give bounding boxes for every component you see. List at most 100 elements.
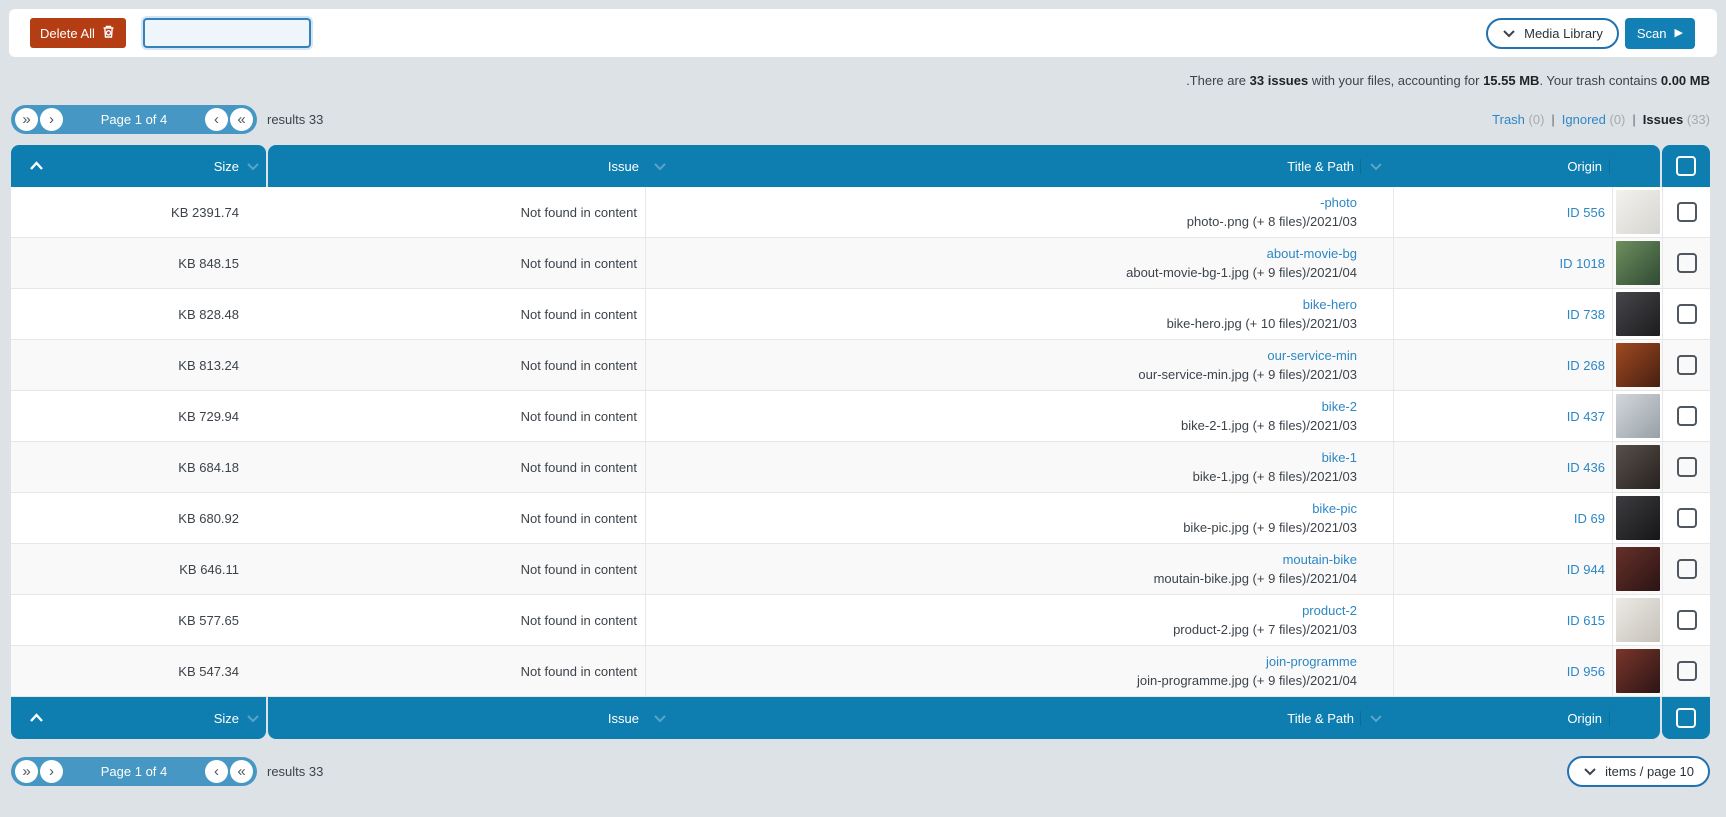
- table-row: KB 577.65 Not found in content product-2…: [11, 595, 1710, 646]
- column-footer-title-path[interactable]: Title & Path: [673, 711, 1361, 726]
- row-title-link[interactable]: moutain-bike: [1283, 551, 1357, 569]
- select-row-checkbox[interactable]: [1677, 559, 1697, 579]
- row-origin-link[interactable]: ID 69: [1574, 511, 1605, 526]
- thumbnail-image[interactable]: [1616, 343, 1660, 387]
- prev-page-button[interactable]: ‹: [205, 760, 228, 783]
- select-row-checkbox[interactable]: [1677, 406, 1697, 426]
- select-row-checkbox[interactable]: [1677, 457, 1697, 477]
- table-row: KB 684.18 Not found in content bike-1 bi…: [11, 442, 1710, 493]
- column-footer-issue[interactable]: Issue: [268, 711, 647, 726]
- row-title-link[interactable]: bike-1: [1322, 449, 1357, 467]
- tab-count: (33): [1687, 112, 1710, 127]
- row-origin-link[interactable]: ID 944: [1567, 562, 1605, 577]
- column-footer-size[interactable]: Size: [61, 711, 239, 726]
- select-row-checkbox[interactable]: [1677, 508, 1697, 528]
- row-expand-cell: [11, 544, 61, 594]
- column-header-size[interactable]: Size: [61, 159, 239, 174]
- row-title-link[interactable]: join-programme: [1266, 653, 1357, 671]
- select-row-checkbox[interactable]: [1677, 304, 1697, 324]
- thumbnail-image[interactable]: [1616, 649, 1660, 693]
- row-expand-cell: [11, 493, 61, 543]
- select-row-checkbox[interactable]: [1677, 661, 1697, 681]
- row-origin-link[interactable]: ID 1018: [1559, 256, 1605, 271]
- select-row-checkbox[interactable]: [1677, 253, 1697, 273]
- row-origin-link[interactable]: ID 956: [1567, 664, 1605, 679]
- next-page-button[interactable]: ›: [40, 760, 63, 783]
- next-page-button[interactable]: ›: [40, 108, 63, 131]
- row-origin-link[interactable]: ID 556: [1567, 205, 1605, 220]
- column-header-issue[interactable]: Issue: [268, 159, 647, 174]
- tab-issues[interactable]: Issues (33): [1643, 112, 1710, 127]
- results-count: results 33: [267, 112, 323, 127]
- scan-button[interactable]: Scan ▶: [1625, 18, 1695, 49]
- select-all-checkbox[interactable]: [1676, 708, 1696, 728]
- row-title-link[interactable]: -photo: [1320, 194, 1357, 212]
- select-row-checkbox[interactable]: [1677, 202, 1697, 222]
- chevron-down-icon: [1502, 26, 1516, 41]
- thumbnail-image[interactable]: [1616, 241, 1660, 285]
- tab-count: (0): [1529, 112, 1545, 127]
- row-size: KB 684.18: [61, 442, 239, 492]
- select-all-checkbox[interactable]: [1676, 156, 1696, 176]
- row-size: KB 813.24: [61, 340, 239, 390]
- row-expand-cell: [11, 595, 61, 645]
- delete-all-button[interactable]: Delete All: [30, 18, 126, 48]
- scan-summary-text: .There are 33 issues with your files, ac…: [16, 73, 1710, 91]
- row-expand-cell: [11, 238, 61, 288]
- row-issue: Not found in content: [266, 340, 645, 390]
- sort-size-icon[interactable]: [239, 714, 266, 723]
- sort-issue-icon[interactable]: [647, 162, 673, 171]
- row-title-link[interactable]: bike-pic: [1312, 500, 1357, 518]
- row-origin-link[interactable]: ID 437: [1567, 409, 1605, 424]
- row-size: KB 680.92: [61, 493, 239, 543]
- summary-part: .There are: [1186, 73, 1250, 88]
- column-header-origin[interactable]: Origin: [1391, 159, 1610, 174]
- thumbnail-image[interactable]: [1616, 496, 1660, 540]
- row-size: KB 848.15: [61, 238, 239, 288]
- search-input[interactable]: [143, 18, 311, 48]
- table-body: KB 2391.74 Not found in content -photo p…: [11, 187, 1710, 697]
- row-expand-cell: [11, 289, 61, 339]
- table-row: KB 848.15 Not found in content about-mov…: [11, 238, 1710, 289]
- sort-issue-icon[interactable]: [647, 714, 673, 723]
- sort-title-icon[interactable]: [1361, 162, 1391, 171]
- collapse-icon[interactable]: [11, 161, 61, 171]
- row-path: photo-.png (+ 8 files)/2021/03: [1187, 213, 1357, 231]
- table-row: KB 646.11 Not found in content moutain-b…: [11, 544, 1710, 595]
- items-per-page-select[interactable]: items / page 10: [1567, 756, 1710, 787]
- prev-page-button[interactable]: ‹: [205, 108, 228, 131]
- media-source-select[interactable]: Media Library: [1486, 18, 1619, 49]
- sort-size-icon[interactable]: [239, 162, 266, 171]
- row-title-link[interactable]: bike-2: [1322, 398, 1357, 416]
- thumbnail-image[interactable]: [1616, 292, 1660, 336]
- top-toolbar: Delete All Media Library Scan ▶: [9, 9, 1717, 57]
- tab-trash[interactable]: Trash (0): [1492, 112, 1544, 127]
- sort-title-icon[interactable]: [1361, 714, 1391, 723]
- column-header-title-path[interactable]: Title & Path: [673, 159, 1361, 174]
- row-title-link[interactable]: product-2: [1302, 602, 1357, 620]
- row-origin-link[interactable]: ID 436: [1567, 460, 1605, 475]
- row-title-link[interactable]: bike-hero: [1303, 296, 1357, 314]
- last-page-button[interactable]: »: [15, 760, 38, 783]
- select-row-checkbox[interactable]: [1677, 610, 1697, 630]
- row-origin-link[interactable]: ID 615: [1567, 613, 1605, 628]
- tab-ignored[interactable]: Ignored (0): [1562, 112, 1626, 127]
- thumbnail-image[interactable]: [1616, 547, 1660, 591]
- row-origin-link[interactable]: ID 268: [1567, 358, 1605, 373]
- collapse-icon[interactable]: [11, 713, 61, 723]
- tab-separator: |: [1632, 112, 1635, 127]
- summary-part: with your files, accounting for: [1308, 73, 1483, 88]
- column-footer-origin[interactable]: Origin: [1391, 711, 1610, 726]
- first-page-button[interactable]: «: [230, 108, 253, 131]
- thumbnail-image[interactable]: [1616, 394, 1660, 438]
- select-row-checkbox[interactable]: [1677, 355, 1697, 375]
- thumbnail-image[interactable]: [1616, 190, 1660, 234]
- thumbnail-image[interactable]: [1616, 598, 1660, 642]
- row-title-link[interactable]: our-service-min: [1267, 347, 1357, 365]
- last-page-button[interactable]: »: [15, 108, 38, 131]
- row-title-link[interactable]: about-movie-bg: [1267, 245, 1357, 263]
- row-origin-link[interactable]: ID 738: [1567, 307, 1605, 322]
- first-page-button[interactable]: «: [230, 760, 253, 783]
- thumbnail-image[interactable]: [1616, 445, 1660, 489]
- row-path: product-2.jpg (+ 7 files)/2021/03: [1173, 621, 1357, 639]
